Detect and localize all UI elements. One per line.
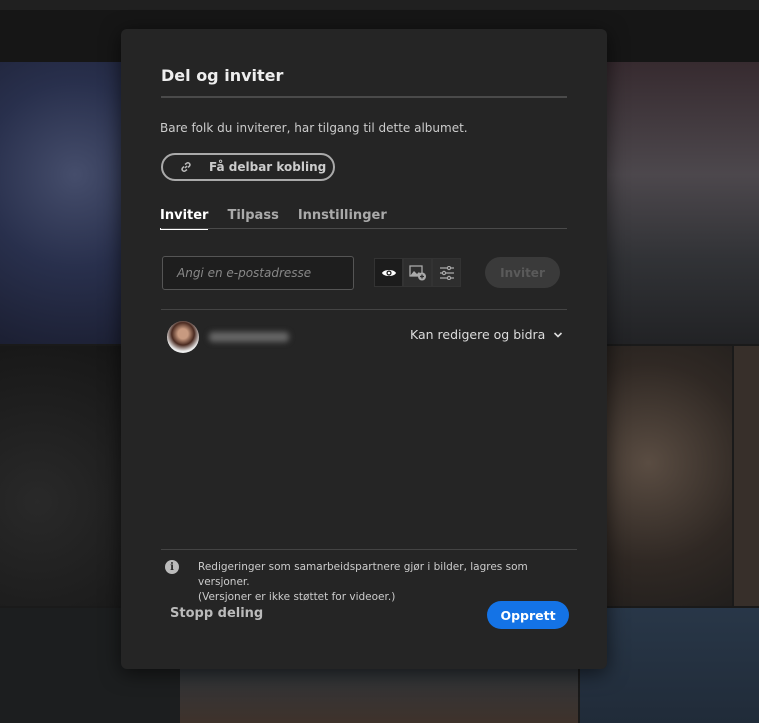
permission-dropdown[interactable]: Kan redigere og bidra: [410, 327, 563, 342]
photo-tile[interactable]: [180, 669, 578, 723]
photo-tile[interactable]: [0, 346, 125, 606]
edit-permission-button[interactable]: [432, 258, 461, 287]
tab-divider: [161, 228, 567, 229]
photo-tile[interactable]: [0, 62, 125, 344]
contribute-permission-button[interactable]: [403, 258, 432, 287]
permission-label: Kan redigere og bidra: [410, 327, 546, 342]
top-bar: [0, 0, 759, 10]
tab-customize[interactable]: Tilpass: [227, 208, 278, 230]
info-icon: i: [165, 560, 179, 574]
link-icon: [181, 162, 191, 172]
member-name-redacted: [209, 332, 289, 342]
chevron-down-icon: [554, 331, 563, 338]
photo-tile[interactable]: [606, 62, 759, 344]
stop-sharing-button[interactable]: Stopp deling: [170, 606, 263, 621]
photo-tile[interactable]: [734, 346, 759, 606]
email-input[interactable]: Angi en e-postadresse: [162, 256, 354, 290]
tab-invite[interactable]: Inviter: [160, 208, 209, 230]
sliders-icon: [439, 265, 454, 280]
info-note-line: Redigeringer som samarbeidspartnere gjør…: [198, 561, 528, 588]
divider: [161, 96, 567, 98]
divider: [161, 309, 567, 310]
image-add-icon: [408, 264, 426, 280]
view-permission-button[interactable]: [374, 258, 403, 287]
tab-settings[interactable]: Innstillinger: [298, 208, 387, 230]
divider: [161, 549, 577, 550]
avatar: [167, 321, 199, 353]
permission-toggle-group: [374, 258, 461, 287]
create-button[interactable]: Opprett: [487, 601, 569, 629]
info-note: Redigeringer som samarbeidspartnere gjør…: [198, 560, 578, 605]
eye-icon: [381, 269, 396, 276]
invite-button[interactable]: Inviter: [485, 257, 560, 288]
dialog-description: Bare folk du inviterer, har tilgang til …: [160, 121, 468, 135]
dialog-title: Del og inviter: [161, 66, 284, 85]
share-invite-dialog: Del og inviter Bare folk du inviterer, h…: [121, 29, 607, 669]
tab-bar: Inviter Tilpass Innstillinger: [160, 208, 387, 230]
get-share-link-button[interactable]: Få delbar kobling: [161, 153, 335, 181]
get-share-link-label: Få delbar kobling: [209, 160, 327, 174]
